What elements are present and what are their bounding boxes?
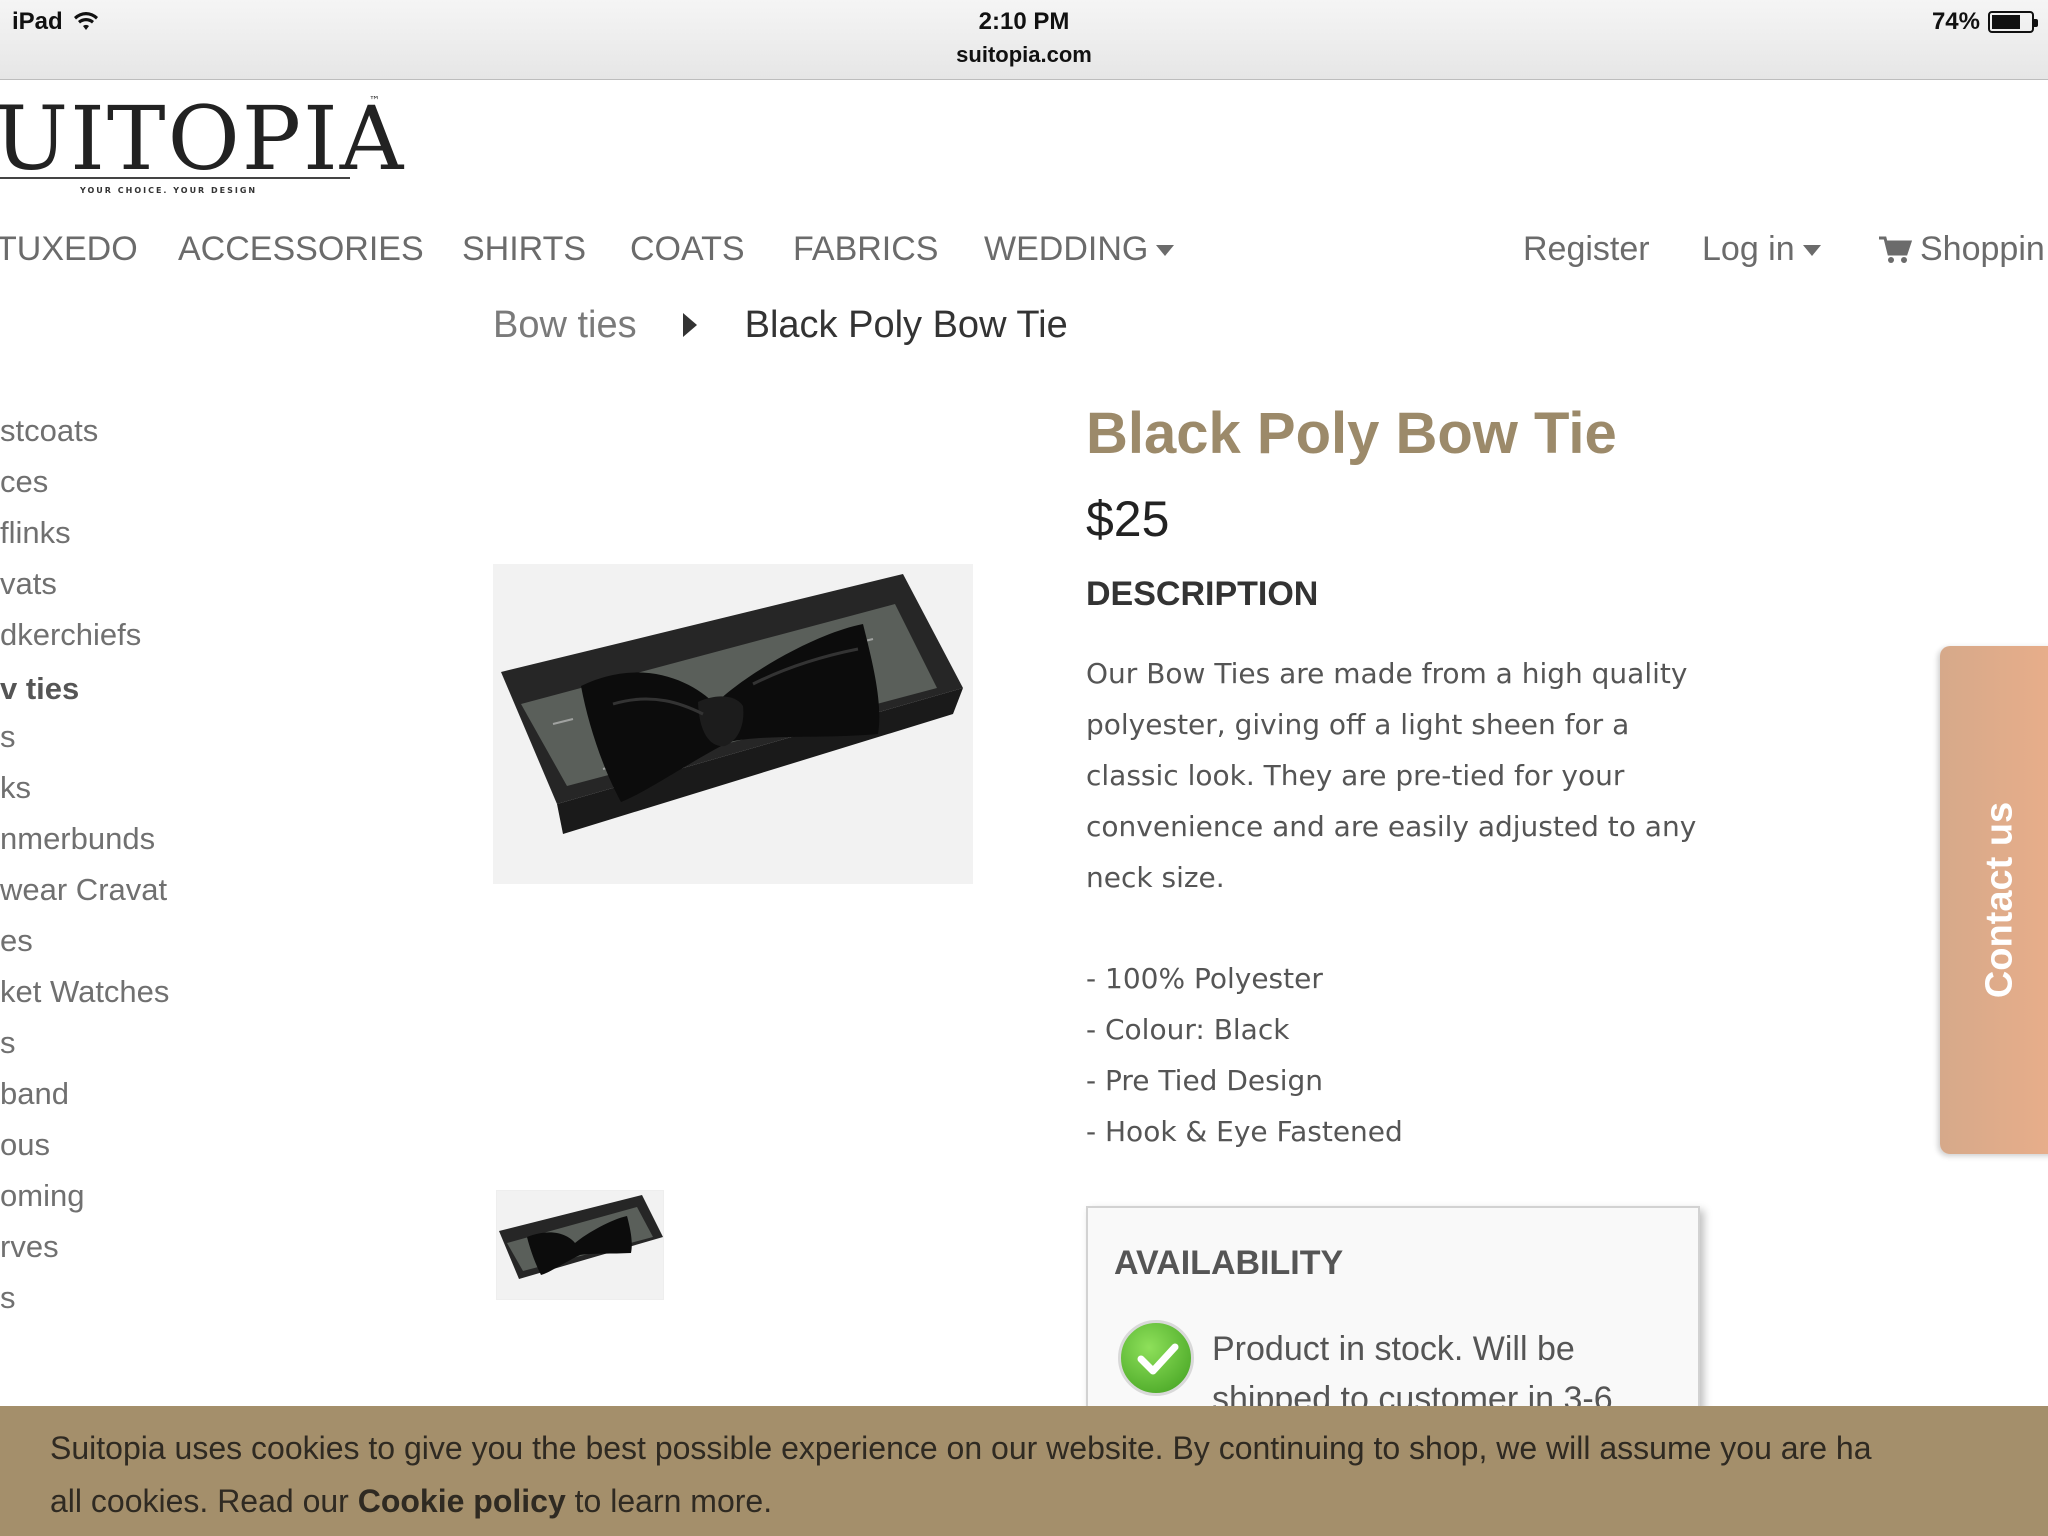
sidebar-item[interactable]: band [0,1076,69,1112]
sidebar-item-active[interactable]: v ties [0,671,79,707]
cookie-policy-link[interactable]: Cookie policy [358,1483,566,1519]
sidebar-item[interactable]: s [0,1025,16,1061]
cookie-text-after: to learn more. [565,1483,773,1519]
feature-item: - Colour: Black [1086,1013,1290,1046]
cookie-text-before: all cookies. Read our [50,1483,358,1519]
logo-trademark: ™ [369,94,380,107]
sidebar-item[interactable]: ks [0,770,31,806]
bow-tie-thumbnail-image [497,1191,663,1299]
address-bar-url[interactable]: suitopia.com [0,42,2048,68]
in-stock-check-icon [1118,1320,1194,1396]
product-thumbnail[interactable] [496,1190,664,1300]
breadcrumb-bow-ties[interactable]: Bow ties [493,304,637,347]
product-price: $25 [1086,491,1170,547]
description-line: polyester, giving off a light sheen for … [1086,708,1630,741]
logo-wordmark: UITOPIA [0,87,406,190]
description-line: neck size. [1086,861,1225,894]
battery-percent: 74% [1931,8,1980,35]
sidebar-item[interactable]: flinks [0,515,71,551]
cookie-message: Suitopia uses cookies to give you the be… [50,1422,2048,1528]
nav-item-tuxedo[interactable]: TUXEDO [0,230,138,269]
product-title: Black Poly Bow Tie [1086,401,1617,466]
sidebar-item[interactable]: s [0,719,16,755]
login-dropdown[interactable]: Log in [1702,230,1821,269]
feature-item: - Hook & Eye Fastened [1086,1115,1403,1148]
main-nav: TUXEDO ACCESSORIES SHIRTS COATS FABRICS … [0,230,2048,286]
sidebar-item[interactable]: ces [0,464,48,500]
nav-item-wedding[interactable]: WEDDING [984,230,1175,269]
nav-item-fabrics[interactable]: FABRICS [793,230,938,269]
logo-tagline: YOUR CHOICE. YOUR DESIGN [80,186,258,195]
status-time: 2:10 PM [978,8,1070,35]
description-line: convenience and are easily adjusted to a… [1086,810,1697,843]
sidebar-item[interactable]: ous [0,1127,50,1163]
nav-item-accessories[interactable]: ACCESSORIES [178,230,424,269]
status-right: 74% [1931,8,2038,36]
product-main-image[interactable] [493,564,973,884]
site-logo[interactable]: UITOPIA ™ YOUR CHOICE. YOUR DESIGN [0,86,403,206]
cart-icon [1879,236,1912,263]
sidebar-item[interactable]: wear Cravat [0,872,167,908]
sidebar-item[interactable]: ket Watches [0,974,169,1010]
feature-item: - Pre Tied Design [1086,1064,1324,1097]
sidebar-item[interactable]: vats [0,566,57,602]
contact-us-label: Contact us [1978,801,2021,999]
cookie-line-2: all cookies. Read our Cookie policy to l… [50,1475,2048,1528]
sidebar-item[interactable]: nmerbunds [0,821,155,857]
nav-item-coats[interactable]: COATS [630,230,745,269]
chevron-right-icon [682,313,697,337]
availability-line: Product in stock. Will be [1212,1330,1575,1368]
cookie-line-1: Suitopia uses cookies to give you the be… [50,1430,1872,1466]
sidebar-item[interactable]: rves [0,1229,59,1265]
battery-level [1992,15,2021,29]
breadcrumb: Bow ties Black Poly Bow Tie [493,300,1068,350]
sidebar-item[interactable]: s [0,1280,16,1316]
page: iPad 2:10 PM suitopia.com 74% UITOPIA ™ … [0,0,2048,1536]
bow-tie-in-box-image [493,564,973,884]
description-heading: DESCRIPTION [1086,575,1319,613]
sidebar-item[interactable]: dkerchiefs [0,617,141,653]
caret-down-icon [1156,245,1175,256]
login-label: Log in [1702,230,1795,268]
nav-item-shirts[interactable]: SHIRTS [462,230,586,269]
product-features: - 100% Polyester - Colour: Black - Pre T… [1086,953,1403,1157]
shopping-cart-link[interactable]: Shoppin [1878,230,2045,269]
cookie-banner: Suitopia uses cookies to give you the be… [0,1406,2048,1536]
sidebar-item[interactable]: es [0,923,33,959]
description-line: Our Bow Ties are made from a high qualit… [1086,657,1688,690]
ios-status-bar: iPad 2:10 PM suitopia.com 74% [0,0,2048,80]
breadcrumb-current: Black Poly Bow Tie [744,303,1068,346]
feature-item: - 100% Polyester [1086,962,1323,995]
availability-heading: AVAILABILITY [1114,1244,1344,1282]
register-link[interactable]: Register [1523,230,1650,269]
description-line: classic look. They are pre-tied for your [1086,759,1625,792]
sidebar-item[interactable]: stcoats [0,413,98,449]
shopping-label: Shoppin [1920,230,2045,268]
logo-rule [0,177,350,179]
sidebar-item[interactable]: oming [0,1178,84,1214]
product-description: Our Bow Ties are made from a high qualit… [1086,648,1726,903]
contact-us-tab[interactable]: Contact us [1940,646,2048,1154]
nav-item-wedding-label: WEDDING [984,230,1149,268]
caret-down-icon [1802,245,1821,256]
battery-icon [1988,11,2038,33]
